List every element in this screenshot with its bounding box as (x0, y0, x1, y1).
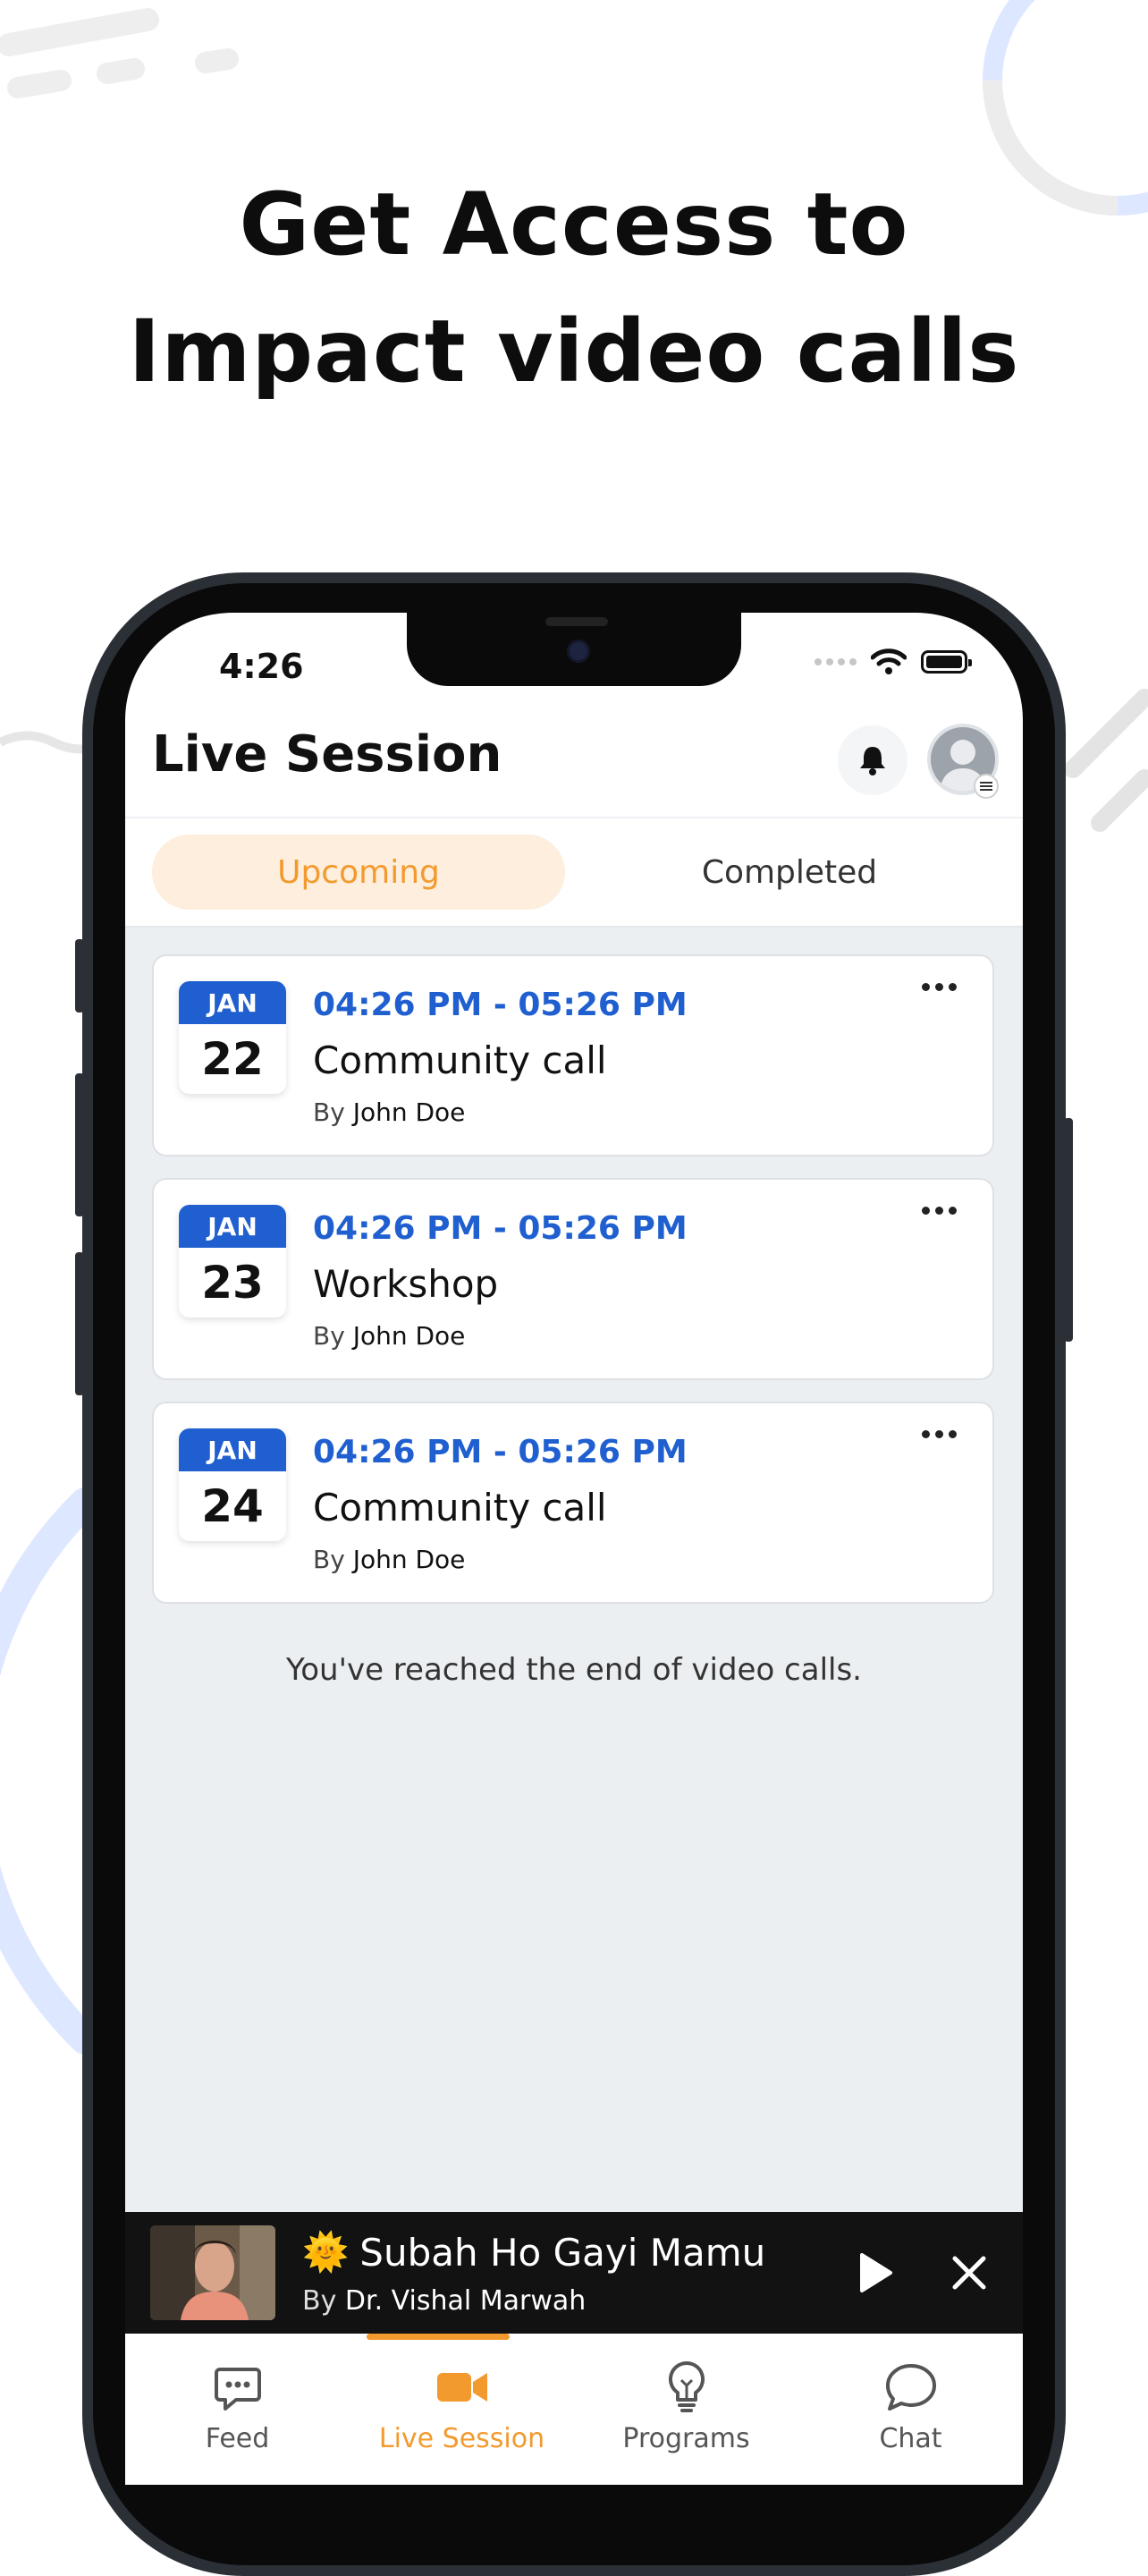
by-prefix: By (302, 2285, 337, 2317)
tab-completed[interactable]: Completed (583, 835, 996, 910)
player-title-text: Subah Ho Gayi Mamu (359, 2230, 766, 2275)
player-author: By Dr. Vishal Marwah (302, 2285, 586, 2317)
author-name: Dr. Vishal Marwah (344, 2285, 587, 2317)
player-thumbnail (150, 2225, 275, 2320)
session-host: By John Doe (313, 1321, 465, 1351)
bottom-navigation: Feed Live Session Programs Chat (125, 2334, 1023, 2485)
end-of-list-note: You've reached the end of video calls. (286, 1652, 862, 1688)
session-title: Community call (313, 1486, 607, 1530)
phone-screen: 4:26 Live Session Upcoming Completed JAN… (125, 613, 1023, 2485)
session-list: JAN 22 04:26 PM - 05:26 PM Community cal… (125, 928, 1023, 2212)
host-name: John Doe (352, 1545, 466, 1574)
nav-label: Programs (622, 2423, 750, 2454)
date-badge: JAN 23 (179, 1205, 286, 1318)
more-options-icon[interactable] (922, 983, 957, 991)
date-month: JAN (179, 1428, 286, 1471)
session-host: By John Doe (313, 1097, 465, 1127)
session-time: 04:26 PM - 05:26 PM (313, 1434, 688, 1470)
chat-bubble-icon (884, 2360, 938, 2414)
by-prefix: By (313, 1321, 345, 1351)
session-title: Community call (313, 1038, 607, 1082)
tab-upcoming[interactable]: Upcoming (152, 835, 565, 910)
wifi-icon (871, 648, 907, 674)
session-time: 04:26 PM - 05:26 PM (313, 1210, 688, 1247)
page-title: Live Session (152, 725, 502, 784)
front-camera (567, 640, 590, 663)
promo-headline: Get Access to Impact video calls (0, 161, 1148, 415)
background-dashes-decoration (0, 8, 239, 98)
signal-icon (815, 658, 857, 665)
sun-emoji-icon: 🌞 (302, 2230, 350, 2274)
bell-icon (860, 747, 885, 775)
by-prefix: By (313, 1097, 345, 1127)
app-header: Live Session (125, 699, 1023, 818)
nav-item-live-session[interactable]: Live Session (350, 2334, 574, 2485)
session-time: 04:26 PM - 05:26 PM (313, 987, 688, 1023)
date-day: 23 (201, 1257, 264, 1309)
session-card[interactable]: JAN 24 04:26 PM - 05:26 PM Community cal… (152, 1402, 994, 1604)
headline-line-2: Impact video calls (128, 301, 1020, 402)
nav-item-chat[interactable]: Chat (798, 2334, 1023, 2485)
nav-label: Chat (879, 2423, 942, 2454)
session-card[interactable]: JAN 22 04:26 PM - 05:26 PM Community cal… (152, 954, 994, 1157)
nav-item-programs[interactable]: Programs (574, 2334, 798, 2485)
date-day: 24 (201, 1480, 264, 1532)
nav-item-feed[interactable]: Feed (125, 2334, 350, 2485)
active-tab-indicator (367, 2334, 510, 2340)
date-badge: JAN 24 (179, 1428, 286, 1541)
nav-label: Live Session (378, 2423, 545, 2454)
date-month: JAN (179, 1205, 286, 1248)
status-bar-time: 4:26 (219, 647, 304, 686)
phone-speaker (545, 617, 608, 626)
status-bar-indicators (815, 648, 972, 675)
date-month: JAN (179, 981, 286, 1024)
by-prefix: By (313, 1545, 345, 1574)
more-options-icon[interactable] (922, 1207, 957, 1215)
battery-icon (921, 650, 972, 674)
feed-chat-icon (211, 2360, 265, 2414)
more-options-icon[interactable] (922, 1430, 957, 1438)
date-day: 22 (201, 1033, 264, 1085)
play-icon[interactable] (851, 2250, 898, 2296)
date-badge: JAN 22 (179, 981, 286, 1094)
session-card[interactable]: JAN 23 04:26 PM - 05:26 PM Workshop By J… (152, 1178, 994, 1380)
video-camera-icon (435, 2360, 489, 2414)
session-tabs: Upcoming Completed (125, 818, 1023, 928)
lightbulb-icon (660, 2360, 713, 2414)
mini-player[interactable]: 🌞 Subah Ho Gayi Mamu By Dr. Vishal Marwa… (125, 2212, 1023, 2334)
headline-line-1: Get Access to (239, 174, 909, 275)
session-title: Workshop (313, 1262, 499, 1306)
notifications-button[interactable] (838, 725, 907, 795)
nav-label: Feed (205, 2423, 270, 2454)
close-icon[interactable] (948, 2251, 991, 2294)
menu-lines-icon[interactable] (974, 774, 999, 799)
session-host: By John Doe (313, 1545, 465, 1574)
player-title: 🌞 Subah Ho Gayi Mamu (302, 2230, 765, 2275)
host-name: John Doe (352, 1321, 466, 1351)
host-name: John Doe (352, 1097, 466, 1127)
